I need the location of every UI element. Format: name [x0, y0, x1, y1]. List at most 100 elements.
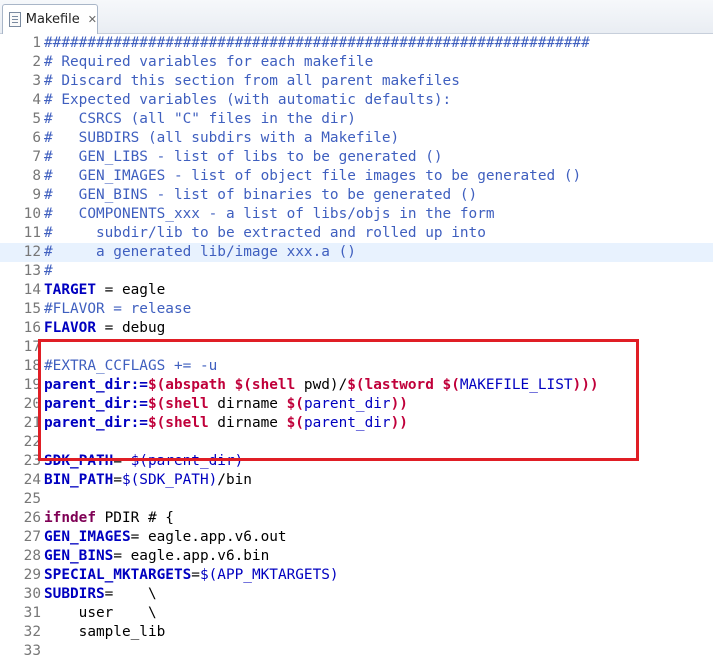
line-number: 28: [23, 548, 41, 564]
code-token: = \: [104, 586, 157, 602]
code-text: TARGET = eagle: [44, 281, 165, 300]
code-text: parent_dir:=$(shell dirname $(parent_dir…: [44, 414, 408, 433]
code-token: )): [572, 377, 590, 393]
code-line[interactable]: 32 sample_lib: [0, 623, 713, 642]
code-line[interactable]: 28 GEN_BINS= eagle.app.v6.bin: [0, 547, 713, 566]
code-line[interactable]: 21 parent_dir:=$(shell dirname $(parent_d…: [0, 414, 713, 433]
editor-tab-bar: Makefile ✕: [0, 0, 713, 34]
code-token: MAKEFILE_LIST: [459, 377, 573, 393]
line-number: 3: [32, 73, 41, 89]
code-line[interactable]: 19 parent_dir:=$(abspath $(shell pwd)/$(l…: [0, 376, 713, 395]
code-token: = eagle: [95, 282, 166, 298]
code-line[interactable]: 18 #EXTRA_CCFLAGS += -u: [0, 357, 713, 376]
code-line[interactable]: 29 SPECIAL_MKTARGETS=$(APP_MKTARGETS): [0, 566, 713, 585]
code-line[interactable]: 7 # GEN_LIBS - list of libs to be generat…: [0, 148, 713, 167]
code-text: SPECIAL_MKTARGETS=$(APP_MKTARGETS): [44, 566, 339, 585]
code-token: GEN_BINS: [44, 548, 114, 564]
close-icon[interactable]: ✕: [88, 13, 97, 26]
code-token: $(abspath $(shell: [147, 377, 296, 393]
code-token: # subdir/lib to be extracted and rolled …: [44, 225, 486, 241]
code-text: # Discard this section from all parent m…: [44, 72, 460, 91]
code-line[interactable]: 23 SDK_PATH= $(parent_dir): [0, 452, 713, 471]
code-line[interactable]: 27 GEN_IMAGES= eagle.app.v6.out: [0, 528, 713, 547]
code-text: #: [44, 262, 53, 281]
code-line[interactable]: 16 FLAVOR = debug: [0, 319, 713, 338]
line-number: 4: [32, 92, 41, 108]
code-line[interactable]: 5 # CSRCS (all "C" files in the dir): [0, 110, 713, 129]
code-line[interactable]: 10 # COMPONENTS_xxx - a list of libs/objs…: [0, 205, 713, 224]
code-line[interactable]: 9 # GEN_BINS - list of binaries to be gen…: [0, 186, 713, 205]
line-number: 26: [23, 510, 41, 526]
code-token: sample_lib: [44, 624, 166, 640]
code-line[interactable]: 31 user \: [0, 604, 713, 623]
line-number: 29: [23, 567, 41, 583]
line-number: 22: [23, 434, 41, 450]
code-token: parent_dir: [303, 415, 391, 431]
code-token: FLAVOR: [44, 320, 96, 336]
code-line[interactable]: 13 #: [0, 262, 713, 281]
code-token: # GEN_IMAGES - list of object file image…: [44, 168, 582, 184]
code-token: $(SDK_PATH): [121, 472, 218, 488]
code-token: =: [113, 472, 122, 488]
line-number: 6: [32, 130, 41, 146]
line-number: 30: [23, 586, 41, 602]
code-line[interactable]: 22: [0, 433, 713, 452]
code-line[interactable]: 15 #FLAVOR = release: [0, 300, 713, 319]
line-number: 1: [32, 35, 41, 51]
code-editor[interactable]: 1 #######################################…: [0, 34, 713, 661]
code-text: # GEN_BINS - list of binaries to be gene…: [44, 186, 477, 205]
code-text: #FLAVOR = release: [44, 300, 191, 319]
tab-label: Makefile: [25, 12, 80, 27]
code-token: TARGET: [44, 282, 96, 298]
line-number: 24: [23, 472, 41, 488]
code-token: # Expected variables (with automatic def…: [44, 92, 452, 108]
code-token: #: [44, 263, 53, 279]
code-token: = eagle.app.v6.bin: [113, 548, 270, 564]
line-number: 23: [23, 453, 41, 469]
line-number: 7: [32, 149, 41, 165]
line-number: 25: [23, 491, 41, 507]
code-token: # GEN_BINS - list of binaries to be gene…: [44, 187, 478, 203]
code-text: sample_lib: [44, 623, 166, 642]
code-line[interactable]: 3 # Discard this section from all parent …: [0, 72, 713, 91]
code-token: $(shell: [147, 396, 209, 412]
code-text: BIN_PATH=$(SDK_PATH)/bin: [44, 471, 252, 490]
code-text: # SUBDIRS (all subdirs with a Makefile): [44, 129, 399, 148]
code-text: # Required variables for each makefile: [44, 53, 373, 72]
code-line[interactable]: 8 # GEN_IMAGES - list of object file imag…: [0, 167, 713, 186]
code-token: dirname: [208, 415, 287, 431]
code-token: PDIR # {: [95, 510, 174, 526]
line-number: 15: [23, 301, 41, 317]
code-line[interactable]: 12 # a generated lib/image xxx.a (): [0, 243, 713, 262]
code-line[interactable]: 33: [0, 642, 713, 661]
code-text: GEN_BINS= eagle.app.v6.bin: [44, 547, 269, 566]
code-text: parent_dir:=$(abspath $(shell pwd)/$(las…: [44, 376, 599, 395]
code-line[interactable]: 17: [0, 338, 713, 357]
code-text: FLAVOR = debug: [44, 319, 165, 338]
code-token: = eagle.app.v6.out: [130, 529, 287, 545]
line-number: 27: [23, 529, 41, 545]
code-line[interactable]: 24 BIN_PATH=$(SDK_PATH)/bin: [0, 471, 713, 490]
code-token: # SUBDIRS (all subdirs with a Makefile): [44, 130, 400, 146]
code-token: parent_dir:=: [44, 396, 148, 412]
code-token: $(: [286, 415, 304, 431]
code-line[interactable]: 20 parent_dir:=$(shell dirname $(parent_d…: [0, 395, 713, 414]
code-line[interactable]: 6 # SUBDIRS (all subdirs with a Makefile): [0, 129, 713, 148]
line-number: 20: [23, 396, 41, 412]
code-line[interactable]: 30 SUBDIRS= \: [0, 585, 713, 604]
code-line[interactable]: 1 #######################################…: [0, 34, 713, 53]
code-line[interactable]: 14 TARGET = eagle: [0, 281, 713, 300]
code-token: # a generated lib/image xxx.a (): [44, 244, 356, 260]
code-line[interactable]: 2 # Required variables for each makefile: [0, 53, 713, 72]
code-line[interactable]: 26 ifndef PDIR # {: [0, 509, 713, 528]
code-line[interactable]: 25: [0, 490, 713, 509]
code-token: )): [390, 396, 408, 412]
line-number: 13: [23, 263, 41, 279]
line-number: 19: [23, 377, 41, 393]
line-number: 11: [23, 225, 41, 241]
line-number: 17: [23, 339, 41, 355]
code-line[interactable]: 4 # Expected variables (with automatic de…: [0, 91, 713, 110]
code-line[interactable]: 11 # subdir/lib to be extracted and rolle…: [0, 224, 713, 243]
tab-makefile[interactable]: Makefile ✕: [2, 4, 98, 34]
code-token: SDK_PATH: [44, 453, 114, 469]
